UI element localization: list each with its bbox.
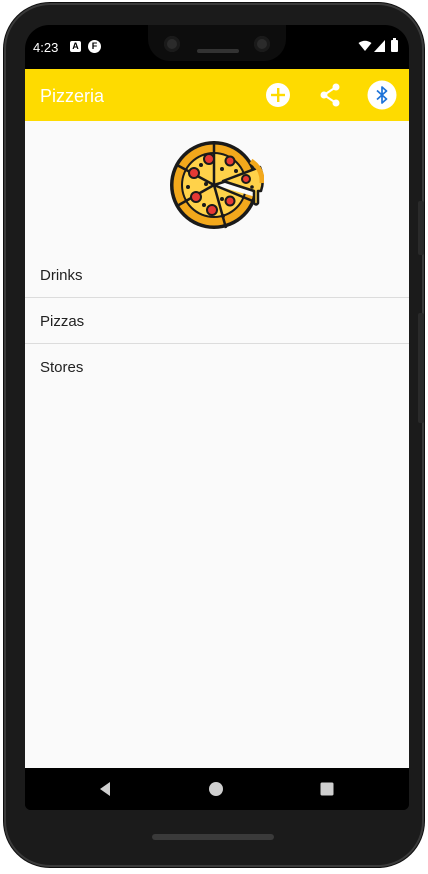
camera-notch [148,25,286,61]
menu-item-pizzas[interactable]: Pizzas [25,298,409,344]
menu-item-label: Stores [40,359,84,376]
add-icon [266,83,290,107]
recents-button[interactable] [317,779,337,799]
front-camera-icon [254,36,270,52]
home-button[interactable] [206,779,226,799]
back-button[interactable] [95,779,115,799]
app-bar: Pizzeria [25,69,409,121]
recents-icon [320,782,334,796]
menu-item-label: Drinks [40,267,83,284]
volume-button [418,201,424,255]
system-nav-bar [25,768,409,810]
back-icon [100,782,110,796]
share-button[interactable] [317,82,343,108]
menu-item-label: Pizzas [40,313,85,330]
app-title: Pizzeria [40,86,105,106]
menu-item-drinks[interactable]: Drinks [25,252,409,298]
bluetooth-button[interactable] [367,80,397,110]
screen: 4:23 A F Pizzeria Drinks Pizzas Stores [25,25,409,810]
front-camera-icon [164,36,180,52]
home-icon [209,782,223,796]
wifi-icon [358,40,372,51]
bluetooth-icon [367,80,397,110]
earpiece-speaker [197,49,239,53]
status-bar: 4:23 A F [25,25,409,69]
bottom-speaker-grille [152,834,274,840]
power-button [418,313,424,423]
f-notification-icon: F [88,40,101,53]
signal-icon [374,40,385,52]
share-icon [320,83,340,107]
battery-icon [391,38,398,52]
status-time: 4:23 [33,40,59,55]
add-button[interactable] [265,82,291,108]
pizza-icon [170,141,264,229]
menu-item-stores[interactable]: Stores [25,344,409,390]
phone-frame: 4:23 A F Pizzeria Drinks Pizzas Stores [4,3,424,867]
a-notification-icon: A [70,41,81,52]
main-content: Drinks Pizzas Stores [25,121,409,768]
